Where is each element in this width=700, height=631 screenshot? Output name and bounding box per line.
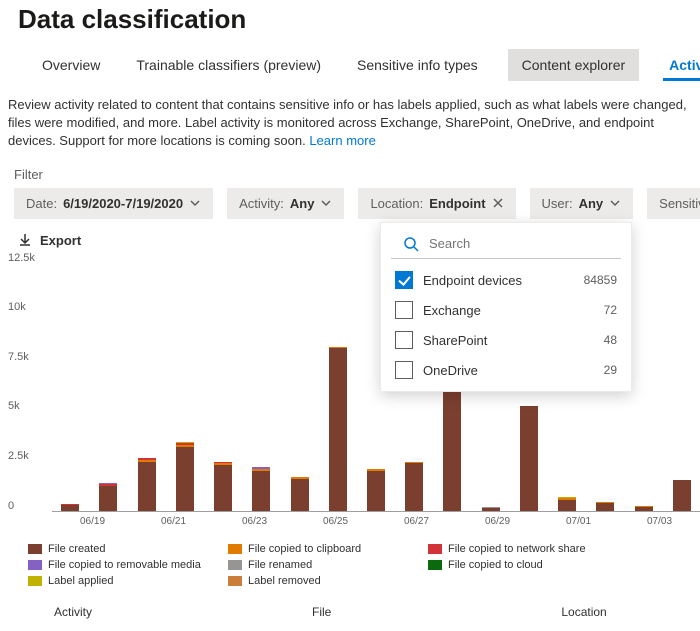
y-axis: 12.5k10k7.5k5k2.5k0 <box>8 252 35 512</box>
legend-item: File copied to removable media <box>28 559 228 571</box>
page-title: Data classification <box>18 4 700 35</box>
bar-column[interactable] <box>281 252 317 511</box>
legend-item: Label applied <box>28 575 228 587</box>
chevron-down-icon <box>189 197 201 209</box>
tab-sensitive-info-types[interactable]: Sensitive info types <box>351 49 484 81</box>
checkbox[interactable] <box>395 301 413 319</box>
download-icon <box>18 233 32 247</box>
filter-sensitivity[interactable]: Sensitivity <box>647 188 700 219</box>
chevron-down-icon <box>320 197 332 209</box>
dropdown-search[interactable] <box>391 229 621 259</box>
x-axis: 06/1906/2106/2306/2506/2706/2907/0107/03 <box>52 512 700 537</box>
bar-column[interactable] <box>167 252 203 511</box>
dropdown-option[interactable]: Endpoint devices84859 <box>381 265 631 295</box>
search-icon <box>403 236 419 252</box>
learn-more-link[interactable]: Learn more <box>309 133 375 148</box>
legend-item: File copied to cloud <box>428 559 628 571</box>
bar-column[interactable] <box>52 252 88 511</box>
checkbox[interactable] <box>395 331 413 349</box>
close-icon[interactable] <box>492 197 504 209</box>
dropdown-option[interactable]: OneDrive29 <box>381 355 631 385</box>
bar-column[interactable] <box>90 252 126 511</box>
legend: File createdFile copied to clipboardFile… <box>14 537 700 587</box>
location-dropdown[interactable]: Endpoint devices84859Exchange72SharePoin… <box>380 222 632 392</box>
filter-user[interactable]: User: Any <box>530 188 634 219</box>
legend-item: File created <box>28 543 228 555</box>
bar-column[interactable] <box>205 252 241 511</box>
bar-column[interactable] <box>664 252 700 511</box>
bar-column[interactable] <box>320 252 356 511</box>
tab-bar: Overview Trainable classifiers (preview) S… <box>4 49 700 82</box>
dropdown-option[interactable]: SharePoint48 <box>381 325 631 355</box>
filter-date[interactable]: Date: 6/19/2020-7/19/2020 <box>14 188 213 219</box>
filter-heading: Filter <box>4 167 700 188</box>
filter-bar: Date: 6/19/2020-7/19/2020 Activity: Any … <box>4 188 700 219</box>
legend-item: Label removed <box>228 575 428 587</box>
tab-content-explorer[interactable]: Content explorer <box>508 49 640 81</box>
footer-columns: Activity File Location <box>14 587 700 619</box>
bar-column[interactable] <box>243 252 279 511</box>
checkbox[interactable] <box>395 361 413 379</box>
tab-overview[interactable]: Overview <box>36 49 106 81</box>
filter-activity[interactable]: Activity: Any <box>227 188 344 219</box>
dropdown-option[interactable]: Exchange72 <box>381 295 631 325</box>
checkbox[interactable] <box>395 271 413 289</box>
legend-item: File renamed <box>228 559 428 571</box>
dropdown-search-input[interactable] <box>427 235 609 252</box>
tab-trainable-classifiers-preview-[interactable]: Trainable classifiers (preview) <box>130 49 327 81</box>
legend-item: File copied to clipboard <box>228 543 428 555</box>
filter-location[interactable]: Location: Endpoint <box>358 188 515 219</box>
bar-column[interactable] <box>128 252 164 511</box>
chevron-down-icon <box>609 197 621 209</box>
tab-activity-explorer[interactable]: Activity explorer <box>663 49 700 81</box>
description: Review activity related to content that … <box>4 96 700 151</box>
legend-item: File copied to network share <box>428 543 628 555</box>
